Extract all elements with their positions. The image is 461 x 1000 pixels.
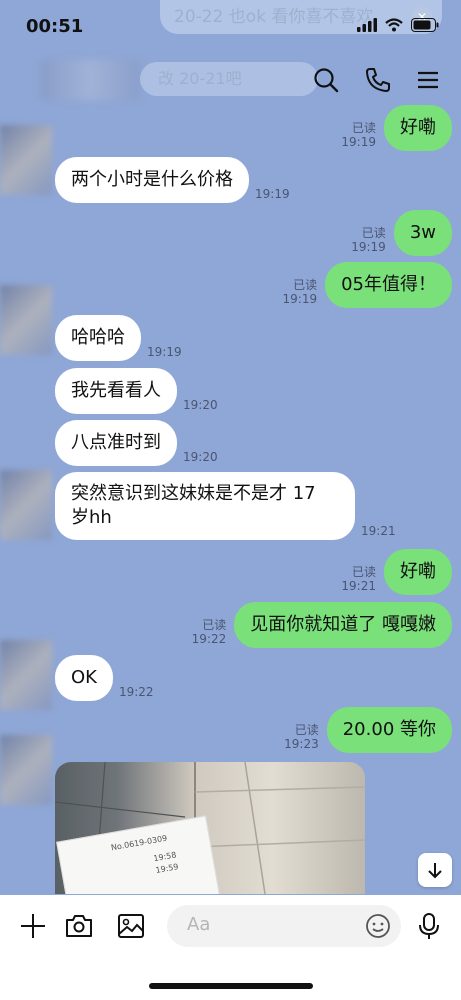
read-receipt: 已读 bbox=[351, 565, 376, 579]
message-row-outgoing: 已读 19:21 好嘞 bbox=[341, 549, 452, 595]
message-time: 19:19 bbox=[351, 240, 386, 254]
receipt-number: No.0619-0309 bbox=[110, 833, 168, 853]
message-input[interactable] bbox=[185, 913, 359, 936]
read-receipt: 已读 bbox=[361, 226, 386, 240]
wifi-icon bbox=[385, 18, 403, 32]
message-bubble-incoming[interactable]: 哈哈哈 bbox=[55, 315, 141, 361]
notification-text: 20-22 也ok 看你喜不喜欢 bbox=[174, 7, 374, 27]
message-row-incoming: 八点准时到 19:20 bbox=[55, 420, 218, 466]
message-bubble-outgoing[interactable]: 好嘞 bbox=[384, 105, 452, 151]
message-row-outgoing: 已读 19:19 3w bbox=[351, 210, 452, 256]
arrow-down-icon bbox=[428, 863, 442, 879]
message-row-outgoing: 已读 19:19 05年值得！ bbox=[282, 262, 452, 308]
status-icons bbox=[357, 18, 439, 32]
message-bubble-incoming[interactable]: OK bbox=[55, 655, 113, 701]
message-row-incoming: 两个小时是什么价格 19:19 bbox=[55, 157, 290, 203]
message-row-outgoing: 已读 19:22 见面你就知道了 嘎嘎嫩 bbox=[192, 602, 452, 648]
message-time: 19:19 bbox=[255, 187, 290, 201]
contact-avatar[interactable] bbox=[40, 60, 140, 100]
photo-message[interactable]: No.0619-0309 19:58 19:59 bbox=[55, 762, 365, 894]
home-indicator[interactable] bbox=[149, 983, 313, 989]
message-time: 19:21 bbox=[361, 524, 396, 538]
message-time: 19:22 bbox=[191, 632, 227, 646]
camera-icon[interactable] bbox=[64, 911, 94, 941]
receipt-time-1: 19:58 bbox=[152, 850, 178, 864]
message-time: 19:20 bbox=[183, 450, 218, 464]
menu-icon[interactable] bbox=[414, 66, 442, 94]
message-time: 19:19 bbox=[147, 345, 182, 359]
message-time: 19:21 bbox=[341, 579, 376, 593]
battery-icon bbox=[411, 18, 439, 32]
message-bubble-outgoing[interactable]: 3w bbox=[393, 210, 452, 256]
search-icon[interactable] bbox=[312, 66, 340, 94]
message-bubble-incoming[interactable]: 突然意识到这妹妹是不是才 17 岁hh bbox=[55, 472, 355, 540]
message-bubble-incoming[interactable]: 两个小时是什么价格 bbox=[55, 157, 249, 203]
message-bubble-incoming[interactable]: 八点准时到 bbox=[55, 420, 177, 466]
message-row-incoming: 哈哈哈 19:19 bbox=[55, 315, 182, 361]
message-row-incoming: OK 19:22 bbox=[55, 655, 154, 701]
image-icon[interactable] bbox=[116, 911, 146, 941]
message-bubble-outgoing[interactable]: 好嘞 bbox=[384, 549, 452, 595]
phone-icon[interactable] bbox=[364, 66, 392, 94]
cellular-signal-icon bbox=[357, 18, 377, 32]
plus-icon[interactable] bbox=[18, 911, 48, 941]
message-bubble-outgoing[interactable]: 见面你就知道了 嘎嘎嫩 bbox=[234, 602, 452, 648]
message-bubble-outgoing[interactable]: 20.00 等你 bbox=[326, 707, 452, 753]
read-receipt: 已读 bbox=[293, 278, 318, 292]
message-time: 19:19 bbox=[282, 292, 318, 306]
message-bubble-outgoing[interactable]: 05年值得！ bbox=[325, 262, 452, 308]
receipt-time-2: 19:59 bbox=[154, 862, 180, 875]
message-bubble-incoming[interactable]: 我先看看人 bbox=[55, 368, 177, 414]
message-time: 19:19 bbox=[341, 135, 376, 149]
message-input-container[interactable] bbox=[167, 905, 401, 947]
message-time: 19:20 bbox=[183, 398, 218, 412]
read-receipt: 已读 bbox=[351, 121, 376, 135]
microphone-icon[interactable] bbox=[414, 911, 444, 941]
status-bar: 00:51 20-22 也ok 看你喜不喜欢 ✕ bbox=[0, 0, 461, 52]
message-row-incoming: 我先看看人 19:20 bbox=[55, 368, 218, 414]
scroll-to-bottom-button[interactable] bbox=[418, 853, 452, 887]
read-receipt: 已读 bbox=[294, 723, 319, 737]
message-row-outgoing: 已读 19:23 20.00 等你 bbox=[284, 707, 452, 753]
message-time: 19:23 bbox=[284, 737, 319, 751]
status-time: 00:51 bbox=[26, 16, 84, 37]
pinned-message-preview[interactable]: 改 20-21吧 bbox=[140, 62, 318, 96]
message-row-outgoing: 已读 19:19 好嘞 bbox=[341, 105, 452, 151]
message-row-incoming: 突然意识到这妹妹是不是才 17 岁hh 19:21 bbox=[55, 472, 396, 540]
read-receipt: 已读 bbox=[202, 618, 227, 632]
message-time: 19:22 bbox=[118, 685, 154, 699]
emoji-icon[interactable] bbox=[365, 913, 391, 939]
